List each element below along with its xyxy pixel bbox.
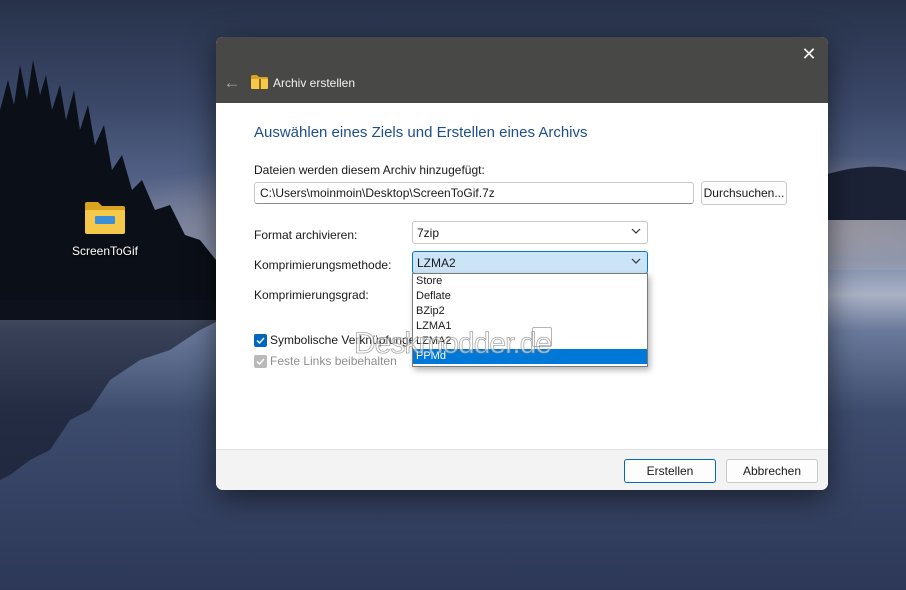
files-label: Dateien werden diesem Archiv hinzugefügt… xyxy=(254,163,485,177)
close-icon[interactable]: ✕ xyxy=(798,43,820,65)
dropdown-option-store[interactable]: Store xyxy=(413,274,647,289)
watermark-text: Deskmodder.de xyxy=(354,327,553,361)
back-arrow-icon[interactable]: ← xyxy=(222,73,242,93)
chevron-down-icon xyxy=(631,258,641,264)
method-select-value: LZMA2 xyxy=(417,256,456,270)
dialog-titlebar: ✕ ← Archiv erstellen xyxy=(216,37,828,103)
zip-folder-icon xyxy=(251,75,268,89)
method-label: Komprimierungsmethode: xyxy=(254,258,392,272)
dropdown-option-deflate[interactable]: Deflate xyxy=(413,289,647,304)
level-label: Komprimierungsgrad: xyxy=(254,288,369,302)
symlink-checkbox[interactable] xyxy=(254,334,267,347)
desktop-icon-label: ScreenToGif xyxy=(71,244,139,258)
format-label: Format archivieren: xyxy=(254,228,358,242)
folder-icon xyxy=(85,202,125,234)
checkmark-icon xyxy=(256,337,265,345)
browse-button[interactable]: Durchsuchen... xyxy=(701,181,787,205)
dialog-title: Archiv erstellen xyxy=(273,76,356,90)
dialog-heading: Auswählen eines Ziels und Erstellen eine… xyxy=(254,124,588,141)
wallpaper-reflection xyxy=(0,300,240,480)
desktop-folder-screentogif[interactable]: ScreenToGif xyxy=(62,200,148,258)
wallpaper-treeline xyxy=(0,60,240,320)
format-select-value: 7zip xyxy=(417,226,440,240)
cancel-button[interactable]: Abbrechen xyxy=(726,459,818,483)
format-select[interactable]: 7zip xyxy=(412,221,648,244)
dropdown-option-bzip2[interactable]: BZip2 xyxy=(413,304,647,319)
dialog-footer: Erstellen Abbrechen xyxy=(216,449,828,490)
archive-path-input[interactable] xyxy=(254,182,694,204)
hardlink-checkbox xyxy=(254,355,267,368)
watermark-pen-icon xyxy=(532,327,552,347)
chevron-down-icon xyxy=(631,228,641,234)
archive-dialog: ✕ ← Archiv erstellen Auswählen eines Zie… xyxy=(216,37,828,490)
checkmark-icon xyxy=(256,358,265,366)
method-select[interactable]: LZMA2 xyxy=(412,251,648,274)
create-button[interactable]: Erstellen xyxy=(624,459,716,483)
